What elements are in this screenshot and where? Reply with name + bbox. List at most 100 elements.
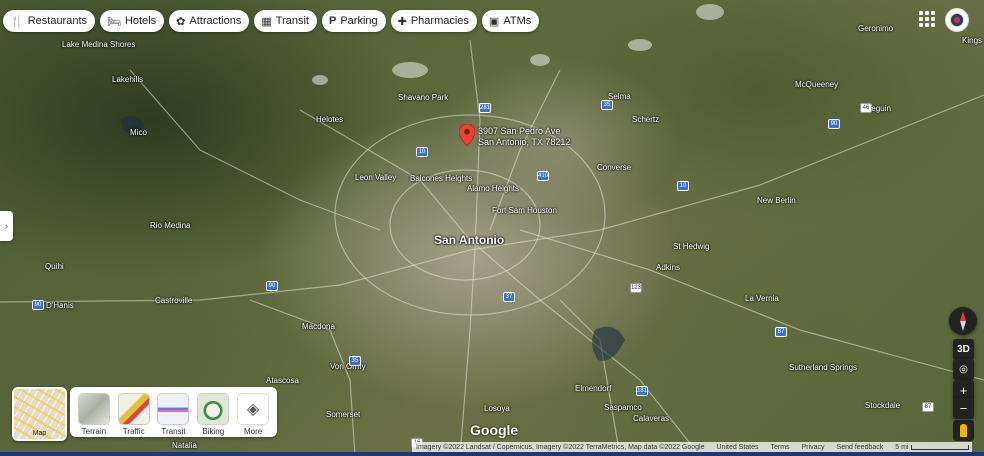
- parking-icon: P: [328, 15, 337, 27]
- highway-shield: 90: [828, 119, 840, 129]
- highway-shield: 35: [349, 356, 361, 366]
- imagery-attribution: Imagery ©2022 Landsat / Copernicus, Imag…: [416, 443, 705, 451]
- terrain-icon: [77, 393, 110, 425]
- pin-address-line2: San Antonio, TX 78212: [478, 137, 571, 147]
- chip-label: Restaurants: [27, 15, 88, 27]
- chip-label: ATMs: [503, 15, 532, 27]
- place-label: Calaveras: [633, 414, 670, 423]
- zoom-out-button[interactable]: −: [953, 398, 974, 419]
- layer-option-more[interactable]: ◈ More: [235, 387, 271, 436]
- street-view-pegman-icon[interactable]: [953, 420, 974, 441]
- pin-address-line1: 3907 San Pedro Ave: [478, 126, 561, 136]
- highway-shield: 181: [636, 386, 648, 396]
- taskbar-strip: [0, 452, 984, 456]
- layers-stack-icon: ◈: [237, 393, 270, 425]
- highway-shield: 410: [537, 171, 549, 181]
- highway-shield: 90: [32, 300, 44, 310]
- chip-parking[interactable]: P Parking: [321, 10, 386, 32]
- avatar[interactable]: [945, 8, 969, 32]
- place-label: Alamo Heights: [467, 184, 520, 193]
- place-label: Natalia: [172, 441, 197, 450]
- place-label: Macdona: [302, 322, 335, 331]
- traffic-icon: [117, 393, 150, 425]
- bed-icon: 🛏: [107, 15, 121, 28]
- chip-hotels[interactable]: 🛏 Hotels: [100, 10, 165, 32]
- place-label: Somerset: [326, 410, 361, 419]
- chip-transit[interactable]: ▦ Transit: [254, 10, 317, 32]
- location-pin-icon[interactable]: [459, 124, 475, 146]
- layer-option-label: Biking: [202, 427, 225, 436]
- highway-shield: 87: [922, 402, 934, 412]
- highway-shield: 10: [677, 181, 689, 191]
- scale-bar[interactable]: 5 mi: [895, 443, 970, 451]
- layer-option-biking[interactable]: Biking: [195, 387, 231, 436]
- chevron-right-icon: ›: [5, 221, 8, 231]
- layer-option-terrain[interactable]: Terrain: [76, 387, 112, 436]
- place-label: Kings: [962, 36, 983, 45]
- layer-option-transit[interactable]: Transit: [155, 387, 191, 436]
- chip-atms[interactable]: ▣ ATMs: [481, 10, 540, 32]
- place-label: Geronimo: [858, 24, 894, 33]
- place-label: Quihi: [45, 262, 64, 271]
- place-label: Sutherland Springs: [789, 363, 858, 372]
- highway-shield: 46: [860, 103, 872, 113]
- place-label: Fort Sam Houston: [492, 206, 557, 215]
- profile-emblem-icon: [950, 13, 964, 27]
- place-label: Lake Medina Shores: [62, 40, 136, 49]
- category-chips: 🍴 Restaurants 🛏 Hotels ✿ Attractions ▦ Trans…: [3, 10, 540, 32]
- country-link[interactable]: United States: [717, 444, 759, 451]
- layer-option-label: More: [243, 427, 263, 436]
- layer-options-panel: Terrain Traffic Transit Biking ◈ More: [70, 387, 277, 437]
- layers-toggle-button[interactable]: Map: [12, 387, 67, 441]
- 3d-toggle-button[interactable]: 3D: [953, 339, 974, 360]
- place-label: Shavano Park: [398, 93, 449, 102]
- place-label: Adkins: [656, 263, 681, 272]
- layer-option-label: Traffic: [122, 427, 145, 436]
- place-label: Converse: [597, 163, 632, 172]
- place-label: Helotes: [316, 115, 344, 124]
- place-label: Lakehills: [112, 75, 144, 84]
- chip-label: Transit: [275, 15, 309, 27]
- chip-restaurants[interactable]: 🍴 Restaurants: [3, 10, 96, 32]
- send-feedback-link[interactable]: Send feedback: [837, 444, 884, 451]
- biking-icon: [197, 393, 230, 425]
- atm-icon: ▣: [488, 15, 500, 28]
- chip-attractions[interactable]: ✿ Attractions: [169, 10, 250, 32]
- highway-shield: 281: [479, 103, 491, 113]
- place-label: Atascosa: [266, 376, 299, 385]
- highway-shield: 90: [266, 281, 278, 291]
- scale-label: 5 mi: [895, 443, 909, 451]
- highway-shield: 35: [601, 100, 613, 110]
- terms-link[interactable]: Terms: [771, 444, 790, 451]
- apps-grid-icon[interactable]: [917, 9, 937, 29]
- compass-icon[interactable]: [949, 307, 977, 335]
- place-label: St Hedwig: [673, 242, 710, 251]
- transit-icon: [157, 393, 190, 425]
- scale-line: [911, 444, 970, 450]
- train-icon: ▦: [261, 15, 272, 28]
- place-label: La Vernia: [745, 294, 779, 303]
- layer-option-traffic[interactable]: Traffic: [116, 387, 152, 436]
- chip-label: Hotels: [124, 15, 157, 27]
- chip-label: Pharmacies: [410, 15, 469, 27]
- chip-pharmacies[interactable]: ✚ Pharmacies: [390, 10, 477, 32]
- place-label: Leon Valley: [355, 173, 397, 182]
- highway-shield: 123: [630, 283, 642, 293]
- my-location-button[interactable]: ◎: [953, 359, 974, 380]
- layers-toggle-label: Map: [32, 430, 47, 437]
- place-label: New Berlin: [757, 196, 796, 205]
- city-label-san-antonio: San Antonio: [434, 233, 505, 247]
- place-label: Elmendorf: [575, 384, 612, 393]
- layer-option-label: Terrain: [81, 427, 107, 436]
- place-label: McQueeney: [795, 80, 839, 89]
- expand-side-panel-button[interactable]: ›: [0, 211, 13, 241]
- place-label: Stockdale: [865, 401, 901, 410]
- place-label: Saspamco: [604, 403, 642, 412]
- map-footer: Imagery ©2022 Landsat / Copernicus, Imag…: [412, 442, 972, 452]
- highway-shield: 87: [775, 327, 787, 337]
- chip-label: Attractions: [189, 15, 242, 27]
- privacy-link[interactable]: Privacy: [802, 444, 825, 451]
- highway-shield: 10: [416, 147, 428, 157]
- utensils-icon: 🍴: [10, 15, 24, 28]
- place-label: D'Hanis: [46, 301, 74, 310]
